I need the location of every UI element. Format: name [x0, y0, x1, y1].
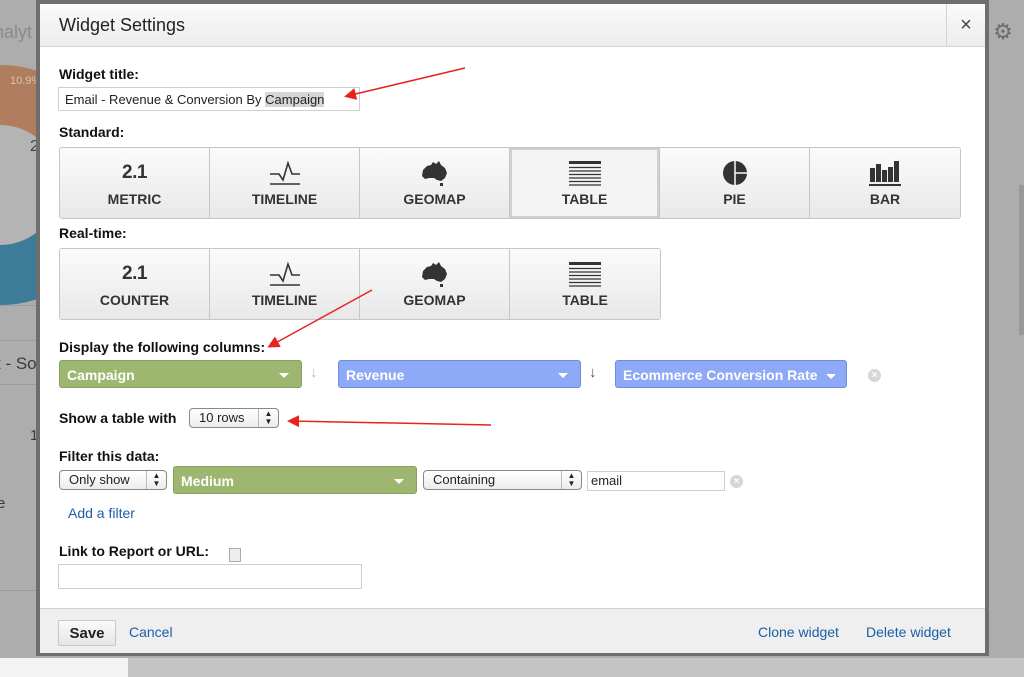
timeline-icon: [268, 260, 302, 288]
spinner-arrows-icon: ▲ ▼: [258, 409, 278, 427]
timeline-icon: [268, 159, 302, 187]
dialog-body: Widget Settings × Widget title: Email - …: [40, 4, 985, 653]
counter-icon: 2.1: [122, 263, 147, 284]
link-url-input[interactable]: [58, 564, 362, 589]
geomap-icon: [420, 159, 450, 187]
realtime-table-label: TABLE: [562, 292, 608, 308]
realtime-geomap-label: GEOMAP: [403, 292, 466, 308]
metric-icon: 2.1: [122, 162, 147, 183]
filter-match-value: Containing: [433, 472, 496, 487]
filter-label: Filter this data:: [59, 448, 160, 464]
filter-dimension-select[interactable]: Medium: [173, 466, 417, 494]
rows-label: Show a table with: [59, 410, 177, 426]
filter-match-select[interactable]: Containing ▲ ▼: [423, 470, 582, 490]
background-scrollbar[interactable]: [1019, 185, 1024, 335]
standard-pie-label: PIE: [723, 191, 746, 207]
rows-select-value: 10 rows: [199, 410, 245, 425]
background-row-divider: [0, 590, 40, 591]
widget-title-text: Email - Revenue & Conversion By: [65, 92, 266, 107]
sort-arrow-icon[interactable]: ↓: [589, 364, 597, 381]
widget-title-input[interactable]: Email - Revenue & Conversion By Campaign: [58, 87, 360, 111]
standard-label: Standard:: [59, 124, 125, 140]
remove-filter-icon[interactable]: ×: [730, 475, 743, 488]
spinner-arrows-icon: ▲ ▼: [146, 471, 166, 489]
dialog-footer: Save Cancel Clone widget Delete widget: [40, 608, 985, 653]
realtime-counter-button[interactable]: 2.1 COUNTER: [60, 249, 210, 319]
delete-widget-link[interactable]: Delete widget: [866, 624, 951, 640]
gear-icon[interactable]: ⚙: [992, 21, 1014, 43]
background-row-divider: [0, 340, 40, 341]
widget-title-selected-text: Campaign: [265, 92, 325, 107]
widget-settings-dialog: Widget Settings × Widget title: Email - …: [36, 0, 989, 656]
table-icon: [568, 159, 602, 187]
filter-mode-select[interactable]: Only show ▲ ▼: [59, 470, 167, 490]
background-row-divider: [0, 384, 40, 385]
background-title: nalyt: [0, 22, 33, 42]
bar-icon: [868, 159, 902, 187]
chevron-down-icon: [825, 373, 836, 379]
columns-label: Display the following columns:: [59, 339, 266, 355]
column-dimension-value: Campaign: [67, 367, 135, 383]
standard-timeline-button[interactable]: TIMELINE: [210, 148, 360, 218]
standard-table-button[interactable]: TABLE: [510, 148, 660, 218]
dialog-header: Widget Settings ×: [40, 4, 985, 47]
report-icon[interactable]: [229, 548, 241, 562]
background-row-text: e: [0, 495, 6, 512]
realtime-visualization-group: 2.1 COUNTER TIMELINE GEOMAP TABLE: [59, 248, 661, 320]
column-metric-1-select[interactable]: Revenue: [338, 360, 581, 388]
dialog-title: Widget Settings: [59, 15, 186, 35]
standard-pie-button[interactable]: PIE: [660, 148, 810, 218]
realtime-table-button[interactable]: TABLE: [510, 249, 660, 319]
standard-visualization-group: 2.1 METRIC TIMELINE GEOMAP TABLE PIE BAR: [59, 147, 961, 219]
standard-geomap-button[interactable]: GEOMAP: [360, 148, 510, 218]
background-bottom-tab: [0, 658, 128, 677]
pie-icon: [722, 159, 748, 187]
background-row-text: t - So: [0, 354, 37, 373]
geomap-icon: [420, 260, 450, 288]
realtime-timeline-label: TIMELINE: [251, 292, 318, 308]
column-dimension-select[interactable]: Campaign: [59, 360, 302, 388]
table-icon: [568, 260, 602, 288]
add-filter-link[interactable]: Add a filter: [68, 505, 135, 521]
clone-widget-link[interactable]: Clone widget: [758, 624, 839, 640]
link-label: Link to Report or URL:: [59, 543, 210, 559]
save-button[interactable]: Save: [58, 620, 116, 646]
sort-arrow-icon[interactable]: ↓: [310, 364, 318, 381]
background-bottom-bar: [0, 658, 1024, 677]
filter-value-input[interactable]: email: [587, 471, 725, 491]
realtime-timeline-button[interactable]: TIMELINE: [210, 249, 360, 319]
filter-mode-value: Only show: [69, 472, 130, 487]
filter-dimension-value: Medium: [181, 473, 234, 489]
realtime-counter-label: COUNTER: [99, 292, 170, 308]
chevron-down-icon: [394, 479, 404, 484]
standard-geomap-label: GEOMAP: [403, 191, 466, 207]
standard-bar-label: BAR: [869, 191, 901, 207]
spinner-arrows-icon: ▲ ▼: [561, 471, 581, 489]
chevron-down-icon: [558, 373, 568, 378]
widget-title-label: Widget title:: [59, 66, 139, 82]
standard-bar-button[interactable]: BAR: [810, 148, 960, 218]
column-metric-2-select[interactable]: Ecommerce Conversion Rate: [615, 360, 847, 388]
remove-column-icon[interactable]: ×: [868, 369, 881, 382]
standard-timeline-label: TIMELINE: [251, 191, 318, 207]
standard-metric-button[interactable]: 2.1 METRIC: [60, 148, 210, 218]
realtime-geomap-button[interactable]: GEOMAP: [360, 249, 510, 319]
close-icon: ×: [960, 14, 972, 36]
chevron-down-icon: [279, 373, 289, 378]
rows-select[interactable]: 10 rows ▲ ▼: [189, 408, 279, 428]
realtime-label: Real-time:: [59, 225, 127, 241]
cancel-link[interactable]: Cancel: [129, 624, 173, 640]
background-row-divider: [0, 305, 40, 306]
standard-metric-label: METRIC: [107, 191, 162, 207]
close-button[interactable]: ×: [946, 4, 985, 46]
standard-table-label: TABLE: [561, 191, 608, 207]
column-metric-2-value: Ecommerce Conversion Rate: [623, 367, 818, 383]
column-metric-1-value: Revenue: [346, 367, 405, 383]
